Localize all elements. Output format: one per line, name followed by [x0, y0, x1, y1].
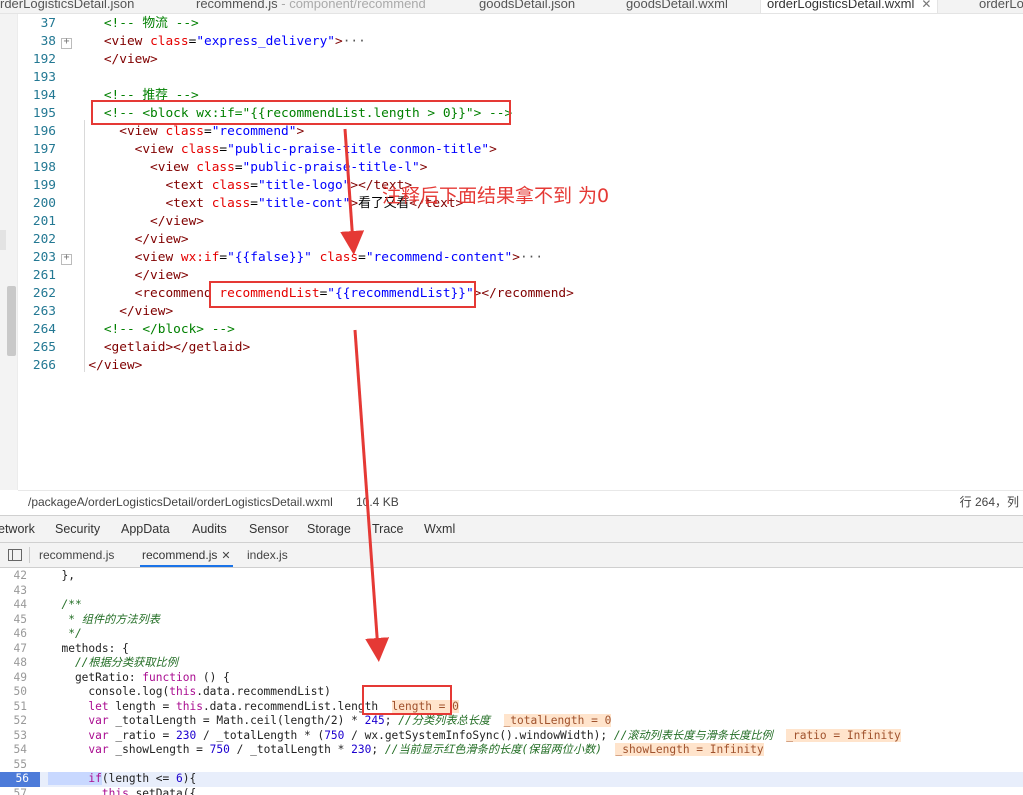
annotation-arrows: [340, 128, 390, 662]
arrow-to-annotation: [340, 128, 365, 255]
arrow-to-length-value: [353, 329, 390, 662]
